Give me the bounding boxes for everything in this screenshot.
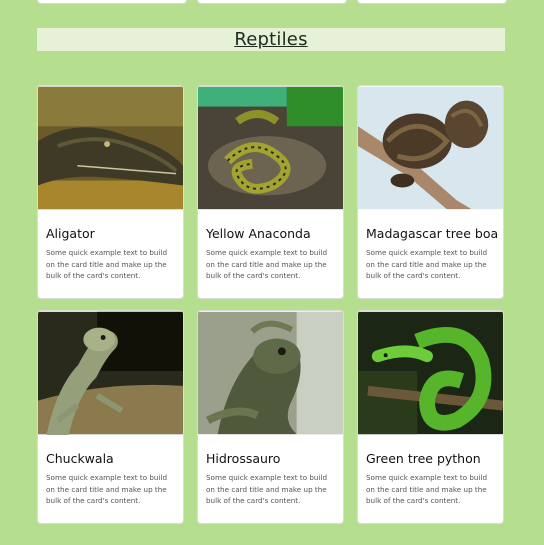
alligator-image [38,86,183,210]
card-text: Some quick example text to build on the … [206,248,328,280]
hidrossauro-image [198,311,343,435]
card-aligator[interactable]: Aligator Some quick example text to buil… [37,85,184,299]
card-title: Aligator [46,226,95,241]
section-title[interactable]: Reptiles [234,29,307,50]
previous-card-edge [197,0,347,4]
card-chuckwala[interactable]: Chuckwala Some quick example text to bui… [37,310,184,524]
card-yellow-anaconda[interactable]: Yellow Anaconda Some quick example text … [197,85,344,299]
card-title: Hidrossauro [206,451,281,466]
anaconda-image [198,86,343,210]
green-python-image [358,311,503,435]
tree-boa-image [358,86,503,210]
card-text: Some quick example text to build on the … [366,473,488,505]
card-title: Yellow Anaconda [206,226,311,241]
previous-card-edge [357,0,507,4]
section-header: Reptiles [37,28,505,51]
card-text: Some quick example text to build on the … [366,248,488,280]
card-green-tree-python[interactable]: Green tree python Some quick example tex… [357,310,504,524]
previous-card-edge [37,0,187,4]
card-title: Green tree python [366,451,481,466]
card-title: Madagascar tree boa [366,226,499,241]
card-text: Some quick example text to build on the … [46,473,168,505]
card-text: Some quick example text to build on the … [206,473,328,505]
card-hidrossauro[interactable]: Hidrossauro Some quick example text to b… [197,310,344,524]
card-madagascar-tree-boa[interactable]: Madagascar tree boa Some quick example t… [357,85,504,299]
card-title: Chuckwala [46,451,114,466]
card-text: Some quick example text to build on the … [46,248,168,280]
chuckwala-image [38,311,183,435]
